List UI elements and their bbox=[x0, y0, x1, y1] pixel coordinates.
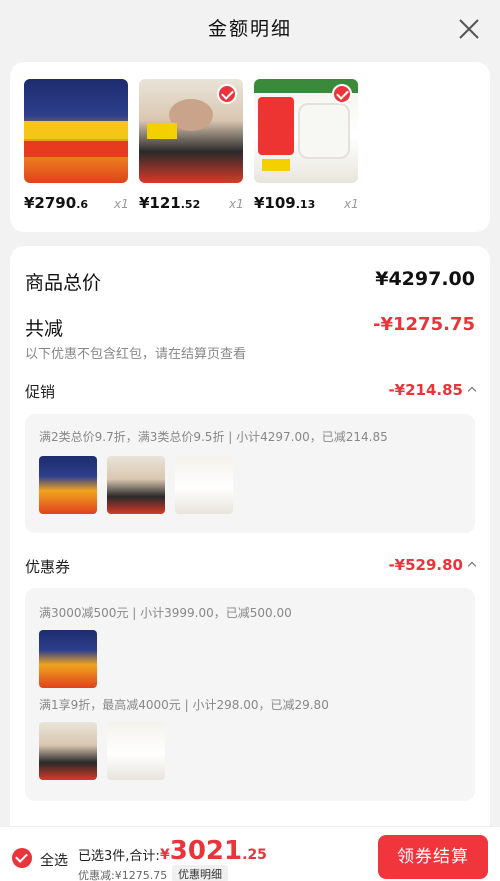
product-item[interactable]: ¥2790.6 x1 bbox=[24, 79, 136, 212]
product-price: ¥2790.6 bbox=[24, 194, 89, 212]
coupon-label: 优惠券 bbox=[25, 558, 71, 576]
product-image bbox=[254, 79, 358, 183]
select-all-label[interactable]: 全选 bbox=[40, 850, 68, 870]
product-price: ¥109.13 bbox=[254, 194, 316, 212]
coupon-value: -¥529.80 bbox=[388, 556, 477, 574]
select-all-checkbox[interactable] bbox=[12, 848, 32, 868]
chevron-up-icon[interactable] bbox=[467, 386, 477, 396]
close-icon[interactable] bbox=[458, 18, 480, 40]
product-item[interactable]: ¥121.52 x1 bbox=[139, 79, 251, 212]
discount-label: 共减 bbox=[25, 318, 64, 340]
total-row: 商品总价 ¥4297.00 bbox=[25, 268, 475, 295]
promotion-detail-box: 满2类总价9.7折，满3类总价9.5折 | 小计4297.00，已减214.85 bbox=[25, 414, 475, 533]
product-item[interactable]: ¥109.13 x1 bbox=[254, 79, 366, 212]
total-amount: ¥3021.25 bbox=[160, 836, 267, 866]
coupon-detail-text: 满1享9折，最高减4000元 | 小计298.00，已减29.80 bbox=[39, 698, 329, 712]
coupon-product-thumb bbox=[39, 722, 97, 780]
promotion-value: -¥214.85 bbox=[388, 381, 477, 399]
coupon-product-thumb bbox=[107, 722, 165, 780]
discount-note: 以下优惠不包含红包，请在结算页查看 bbox=[25, 347, 247, 362]
total-value: ¥4297.00 bbox=[375, 268, 475, 290]
selected-check-icon[interactable] bbox=[332, 84, 352, 104]
coupon-row[interactable]: 优惠券 -¥529.80 bbox=[25, 556, 477, 577]
discount-row: 共减 -¥1275.75 bbox=[25, 314, 475, 341]
product-list: ¥2790.6 x1 ¥121.52 x1 ¥109.13 x1 bbox=[10, 62, 490, 232]
product-qty: x1 bbox=[344, 197, 359, 211]
product-qty: x1 bbox=[114, 197, 129, 211]
coupon-detail-text: 满3000减500元 | 小计3999.00，已减500.00 bbox=[39, 606, 292, 620]
product-qty: x1 bbox=[229, 197, 244, 211]
total-label: 商品总价 bbox=[25, 272, 102, 294]
discount-amount: 优惠减:¥1275.75 bbox=[78, 869, 168, 881]
selected-summary: 已选3件,合计: bbox=[78, 849, 160, 864]
promotion-detail-text: 满2类总价9.7折，满3类总价9.5折 | 小计4297.00，已减214.85 bbox=[39, 430, 388, 444]
checkout-bar: 全选 已选3件,合计: ¥3021.25 优惠减:¥1275.75 优惠明细 领… bbox=[0, 826, 500, 881]
selected-check-icon[interactable] bbox=[217, 84, 237, 104]
product-price: ¥121.52 bbox=[139, 194, 201, 212]
product-image bbox=[24, 79, 128, 183]
checkout-button[interactable]: 领券结算 bbox=[378, 835, 488, 879]
coupon-detail-box: 满3000减500元 | 小计3999.00，已减500.00 满1享9折，最高… bbox=[25, 588, 475, 801]
promotion-product-thumb bbox=[107, 456, 165, 514]
modal-title: 金额明细 bbox=[207, 18, 292, 40]
coupon-product-thumb bbox=[39, 630, 97, 688]
price-detail-card: 商品总价 ¥4297.00 共减 -¥1275.75 以下优惠不包含红包，请在结… bbox=[10, 246, 490, 846]
chevron-up-icon[interactable] bbox=[467, 561, 477, 571]
promotion-row[interactable]: 促销 -¥214.85 bbox=[25, 381, 477, 402]
promotion-product-thumb bbox=[39, 456, 97, 514]
promotion-product-thumb bbox=[175, 456, 233, 514]
promotion-label: 促销 bbox=[25, 383, 56, 401]
discount-detail-button[interactable]: 优惠明细 bbox=[172, 865, 228, 881]
product-image bbox=[139, 79, 243, 183]
discount-value: -¥1275.75 bbox=[373, 314, 475, 335]
modal-header: 金额明细 bbox=[0, 0, 500, 62]
